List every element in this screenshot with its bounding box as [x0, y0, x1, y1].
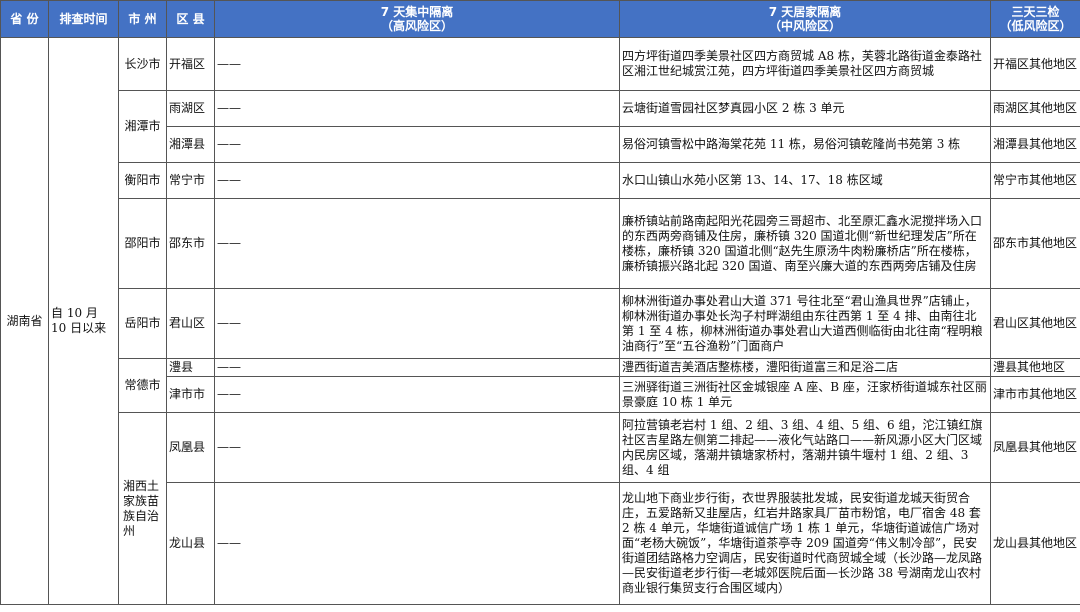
high-risk-cell: —— — [214, 482, 620, 605]
high-risk-cell: —— — [214, 376, 620, 413]
mid-risk-cell: 龙山地下商业步行街，衣世界服装批发城，民安街道龙城天街贸合庄，五爱路新又韭屋店，… — [619, 482, 991, 605]
county-cell: 湘潭县 — [166, 126, 215, 163]
header-low-risk-title: 三天三检 — [1011, 5, 1060, 19]
time-cell: 自 10 月 10 日以来 — [48, 37, 119, 605]
county-cell: 澧县 — [166, 358, 215, 377]
header-low-risk: 三天三检 （低风险区） — [990, 0, 1080, 38]
low-risk-cell: 龙山县其他地区 — [990, 482, 1080, 605]
low-risk-cell: 凤凰县其他地区 — [990, 412, 1080, 483]
header-province: 省 份 — [0, 0, 49, 38]
mid-risk-cell: 易俗河镇雪松中路海棠花苑 11 栋，易俗河镇乾隆尚书苑第 3 栋 — [619, 126, 991, 163]
city-cell: 常德市 — [118, 358, 167, 413]
header-mid-risk-title: 7 天居家隔离 — [768, 5, 842, 19]
table-row: 常德市 澧县 —— 澧西街道吉美酒店整栋楼，澧阳街道富三和足浴二店 澧县其他地区 — [1, 358, 1080, 413]
header-time: 排查时间 — [48, 0, 119, 38]
low-risk-cell: 湘潭县其他地区 — [990, 126, 1080, 163]
low-risk-cell: 君山区其他地区 — [990, 288, 1080, 359]
low-risk-cell: 雨湖区其他地区 — [990, 90, 1080, 127]
header-mid-risk: 7 天居家隔离 （中风险区） — [619, 0, 991, 38]
mid-risk-cell: 云塘街道雪园社区梦真园小区 2 栋 3 单元 — [619, 90, 991, 127]
city-cell: 湘潭市 — [118, 90, 167, 163]
county-cell: 津市市 — [166, 376, 215, 413]
table-row: 衡阳市 常宁市 —— 水口山镇山水苑小区第 13、14、17、18 栋区域 常宁… — [1, 162, 1080, 199]
mid-risk-cell: 澧西街道吉美酒店整栋楼，澧阳街道富三和足浴二店 — [619, 358, 991, 377]
table-row: 岳阳市 君山区 —— 柳林洲街道办事处君山大道 371 号往北至“君山渔具世界”… — [1, 288, 1080, 359]
header-high-risk: 7 天集中隔离 （高风险区） — [214, 0, 620, 38]
mid-risk-cell: 阿拉营镇老岩村 1 组、2 组、3 组、4 组、5 组、6 组，沱江镇红旗社区吉… — [619, 412, 991, 483]
mid-risk-cell: 四方坪街道四季美景社区四方商贸城 A8 栋，芙蓉北路街道金泰路社区湘江世纪城赏江… — [619, 37, 991, 91]
high-risk-cell: —— — [214, 126, 620, 163]
city-cell: 衡阳市 — [118, 162, 167, 199]
high-risk-cell: —— — [214, 358, 620, 377]
city-cell: 长沙市 — [118, 37, 167, 91]
low-risk-cell: 开福区其他地区 — [990, 37, 1080, 91]
county-cell: 凤凰县 — [166, 412, 215, 483]
high-risk-cell: —— — [214, 162, 620, 199]
table-row: 湖南省 自 10 月 10 日以来 长沙市 开福区 —— 四方坪街道四季美景社区… — [0, 37, 1080, 605]
high-risk-cell: —— — [214, 412, 620, 483]
city-cell: 邵阳市 — [118, 198, 167, 289]
header-mid-risk-subtitle: （中风险区） — [768, 19, 841, 33]
table-row: 湘西土家族苗族自治州 凤凰县 —— 阿拉营镇老岩村 1 组、2 组、3 组、4 … — [1, 412, 1080, 605]
low-risk-cell: 津市市其他地区 — [990, 376, 1080, 413]
county-cell: 龙山县 — [166, 482, 215, 605]
risk-area-table: 省 份 排查时间 市 州 区 县 7 天集中隔离 （高风险区） 7 天居家隔离 … — [0, 0, 1080, 605]
low-risk-cell: 澧县其他地区 — [990, 358, 1080, 377]
county-cell: 雨湖区 — [166, 90, 215, 127]
mid-risk-cell: 三洲驿街道三洲街社区金城银座 A 座、B 座，汪家桥街道城东社区丽景豪庭 10 … — [619, 376, 991, 413]
high-risk-cell: —— — [214, 37, 620, 91]
city-cell: 湘西土家族苗族自治州 — [118, 412, 167, 605]
header-county: 区 县 — [166, 0, 215, 38]
table-row: 邵阳市 邵东市 —— 廉桥镇站前路南起阳光花园旁三哥超市、北至原汇鑫水泥搅拌场入… — [1, 198, 1080, 289]
low-risk-cell: 常宁市其他地区 — [990, 162, 1080, 199]
header-high-risk-title: 7 天集中隔离 — [380, 5, 454, 19]
province-cell: 湖南省 — [0, 37, 49, 605]
mid-risk-cell: 廉桥镇站前路南起阳光花园旁三哥超市、北至原汇鑫水泥搅拌场入口的东西两旁商铺及住房… — [619, 198, 991, 289]
header-row: 省 份 排查时间 市 州 区 县 7 天集中隔离 （高风险区） 7 天居家隔离 … — [0, 0, 1080, 38]
high-risk-cell: —— — [214, 198, 620, 289]
county-cell: 常宁市 — [166, 162, 215, 199]
county-cell: 邵东市 — [166, 198, 215, 289]
mid-risk-cell: 柳林洲街道办事处君山大道 371 号往北至“君山渔具世界”店铺止，柳林洲街道办事… — [619, 288, 991, 359]
header-low-risk-subtitle: （低风险区） — [999, 19, 1072, 33]
city-cell: 岳阳市 — [118, 288, 167, 359]
header-high-risk-subtitle: （高风险区） — [380, 19, 453, 33]
mid-risk-cell: 水口山镇山水苑小区第 13、14、17、18 栋区域 — [619, 162, 991, 199]
low-risk-cell: 邵东市其他地区 — [990, 198, 1080, 289]
header-city: 市 州 — [118, 0, 167, 38]
table-row: 湘潭市 雨湖区 —— 云塘街道雪园社区梦真园小区 2 栋 3 单元 雨湖区其他地… — [1, 90, 1080, 163]
high-risk-cell: —— — [214, 90, 620, 127]
county-cell: 君山区 — [166, 288, 215, 359]
county-cell: 开福区 — [166, 37, 215, 91]
high-risk-cell: —— — [214, 288, 620, 359]
